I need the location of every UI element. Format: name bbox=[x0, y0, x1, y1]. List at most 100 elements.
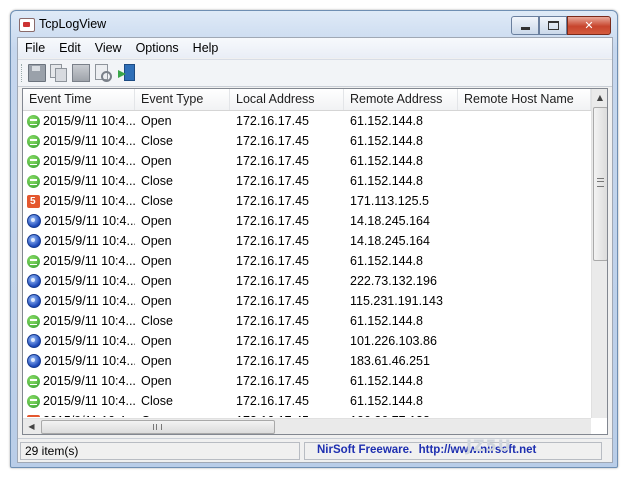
nirsoft-link[interactable]: NirSoft Freeware. http://www.nirsoft.net bbox=[304, 442, 602, 460]
caption-buttons: ✕ bbox=[511, 16, 611, 35]
table-row[interactable]: 2015/9/11 10:4... Open 172.16.17.45 101.226… bbox=[23, 331, 591, 351]
cell-remote-address: 61.152.144.8 bbox=[350, 154, 423, 168]
html5-icon bbox=[27, 412, 40, 417]
cell-event-type: Open bbox=[141, 274, 172, 288]
menu-edit[interactable]: Edit bbox=[52, 38, 88, 58]
event-time-text: 2015/9/11 10:4... bbox=[43, 134, 135, 148]
event-time-text: 2015/9/11 10:4... bbox=[44, 334, 135, 348]
window-title: TcpLogView bbox=[39, 17, 107, 31]
toolbar bbox=[18, 59, 612, 87]
cell-event-type: Open bbox=[141, 374, 172, 388]
cell-local-address: 172.16.17.45 bbox=[236, 274, 309, 288]
menu-options[interactable]: Options bbox=[129, 38, 186, 58]
app-icon[interactable] bbox=[19, 18, 35, 32]
cell-event-type: Open bbox=[141, 334, 172, 348]
cell-local-address: 172.16.17.45 bbox=[236, 174, 309, 188]
cell-remote-host-name bbox=[458, 251, 591, 271]
cell-remote-host-name bbox=[458, 151, 591, 171]
ie-globe-icon bbox=[27, 354, 41, 368]
cell-remote-address: 106.36.77.138 bbox=[344, 411, 458, 417]
list-rows: 2015/9/11 10:4... Open 172.16.17.45 61.152.… bbox=[23, 111, 591, 417]
maximize-button[interactable] bbox=[539, 16, 567, 35]
cell-remote-host-name bbox=[458, 211, 591, 231]
table-row[interactable]: 2015/9/11 10:4... Open 172.16.17.45 61.152.… bbox=[23, 111, 591, 131]
table-row[interactable]: 2015/9/11 10:4... Close 172.16.17.45 61.152… bbox=[23, 131, 591, 151]
toolbar-grip[interactable] bbox=[21, 64, 25, 82]
connection-list[interactable]: Event Time Event Type Local Address Remo… bbox=[22, 88, 608, 435]
cell-remote-address: 61.152.144.8 bbox=[350, 314, 423, 328]
cell-remote-host-name bbox=[458, 291, 591, 311]
vertical-scroll-thumb[interactable] bbox=[593, 107, 607, 261]
table-row[interactable]: 2015/9/11 10:4...Open172.16.17.45106.36.… bbox=[23, 411, 591, 417]
table-row[interactable]: 2015/9/11 10:4... Open 172.16.17.45 183.61.… bbox=[23, 351, 591, 371]
menu-view[interactable]: View bbox=[88, 38, 129, 58]
cell-remote-host-name bbox=[458, 371, 591, 391]
minimize-button[interactable] bbox=[511, 16, 539, 35]
copy-icon[interactable] bbox=[50, 64, 67, 82]
table-row[interactable]: 2015/9/11 10:4... Open 172.16.17.45 61.152.… bbox=[23, 251, 591, 271]
cell-event-time: 2015/9/11 10:4... bbox=[23, 311, 135, 331]
event-time-text: 2015/9/11 10:4... bbox=[44, 214, 135, 228]
properties-icon[interactable] bbox=[72, 64, 90, 82]
cell-event-time: 2015/9/11 10:4... bbox=[23, 231, 135, 251]
find-icon[interactable] bbox=[94, 64, 112, 82]
cell-event-type: Open bbox=[141, 254, 172, 268]
column-local-address[interactable]: Local Address bbox=[230, 89, 344, 110]
scroll-left-icon[interactable]: ◀ bbox=[23, 419, 40, 434]
cell-event-time: 2015/9/11 10:4... bbox=[23, 191, 135, 211]
table-row[interactable]: 2015/9/11 10:4... Close 172.16.17.45 61.152… bbox=[23, 311, 591, 331]
cell-remote-address: 61.152.144.8 bbox=[350, 134, 423, 148]
cell-event-type: Open bbox=[141, 354, 172, 368]
cell-remote-host-name bbox=[458, 231, 591, 251]
cell-remote-address: 61.152.144.8 bbox=[350, 254, 423, 268]
menu-help[interactable]: Help bbox=[186, 38, 226, 58]
cell-remote-address: 61.152.144.8 bbox=[350, 394, 423, 408]
ie-globe-icon bbox=[27, 294, 41, 308]
horizontal-scroll-thumb[interactable] bbox=[41, 420, 275, 434]
cell-event-type: Close bbox=[141, 134, 173, 148]
vertical-scrollbar[interactable]: ▲ bbox=[591, 89, 607, 418]
browser-e-icon bbox=[27, 314, 40, 328]
close-icon: ✕ bbox=[584, 19, 594, 32]
title-bar[interactable]: TcpLogView ✕ bbox=[11, 11, 617, 37]
cell-event-time: 2015/9/11 10:4... bbox=[23, 171, 135, 191]
table-row[interactable]: 2015/9/11 10:4... Close 172.16.17.45 61.152… bbox=[23, 391, 591, 411]
table-row[interactable]: 2015/9/11 10:4... Open 172.16.17.45 115.231… bbox=[23, 291, 591, 311]
column-remote-address[interactable]: Remote Address bbox=[344, 89, 458, 110]
scroll-up-icon[interactable]: ▲ bbox=[592, 89, 607, 106]
event-time-text: 2015/9/11 10:4... bbox=[43, 394, 135, 408]
browser-e-icon bbox=[27, 154, 40, 168]
cell-remote-host-name bbox=[458, 131, 591, 151]
column-event-time[interactable]: Event Time bbox=[23, 89, 135, 110]
event-time-text: 2015/9/11 10:4... bbox=[44, 294, 135, 308]
exit-icon[interactable] bbox=[118, 64, 135, 81]
close-button[interactable]: ✕ bbox=[567, 16, 611, 35]
ie-globe-icon bbox=[27, 274, 41, 288]
cell-remote-address: 61.152.144.8 bbox=[350, 374, 423, 388]
event-time-text: 2015/9/11 10:4... bbox=[43, 374, 135, 388]
table-row[interactable]: 2015/9/11 10:4... Open 172.16.17.45 222.73.… bbox=[23, 271, 591, 291]
menu-file[interactable]: File bbox=[18, 38, 52, 58]
cell-event-time: 2015/9/11 10:4... bbox=[23, 111, 135, 131]
ie-globe-icon bbox=[27, 214, 41, 228]
table-row[interactable]: 2015/9/11 10:4... Open 172.16.17.45 61.152.… bbox=[23, 151, 591, 171]
item-count: 29 item(s) bbox=[20, 442, 300, 460]
save-icon[interactable] bbox=[28, 64, 46, 82]
horizontal-scrollbar[interactable]: ◀ bbox=[23, 418, 591, 434]
cell-remote-host-name bbox=[458, 351, 591, 371]
table-row[interactable]: 2015/9/11 10:4... Open 172.16.17.45 61.152.… bbox=[23, 371, 591, 391]
cell-remote-address: 101.226.103.86 bbox=[350, 334, 437, 348]
cell-event-type: Open bbox=[141, 114, 172, 128]
cell-event-time: 2015/9/11 10:4... bbox=[23, 251, 135, 271]
cell-event-type: Close bbox=[141, 194, 173, 208]
cell-local-address: 172.16.17.45 bbox=[236, 314, 309, 328]
column-event-type[interactable]: Event Type bbox=[135, 89, 230, 110]
table-row[interactable]: 2015/9/11 10:4... Open 172.16.17.45 14.18.2… bbox=[23, 211, 591, 231]
table-row[interactable]: 2015/9/11 10:4... Close 172.16.17.45 171.11… bbox=[23, 191, 591, 211]
scroll-grip-icon bbox=[153, 424, 162, 430]
cell-remote-address: 183.61.46.251 bbox=[350, 354, 430, 368]
table-row[interactable]: 2015/9/11 10:4... Close 172.16.17.45 61.152… bbox=[23, 171, 591, 191]
column-remote-host-name[interactable]: Remote Host Name bbox=[458, 89, 591, 110]
table-row[interactable]: 2015/9/11 10:4... Open 172.16.17.45 14.18.2… bbox=[23, 231, 591, 251]
event-time-text: 2015/9/11 10:4... bbox=[44, 274, 135, 288]
